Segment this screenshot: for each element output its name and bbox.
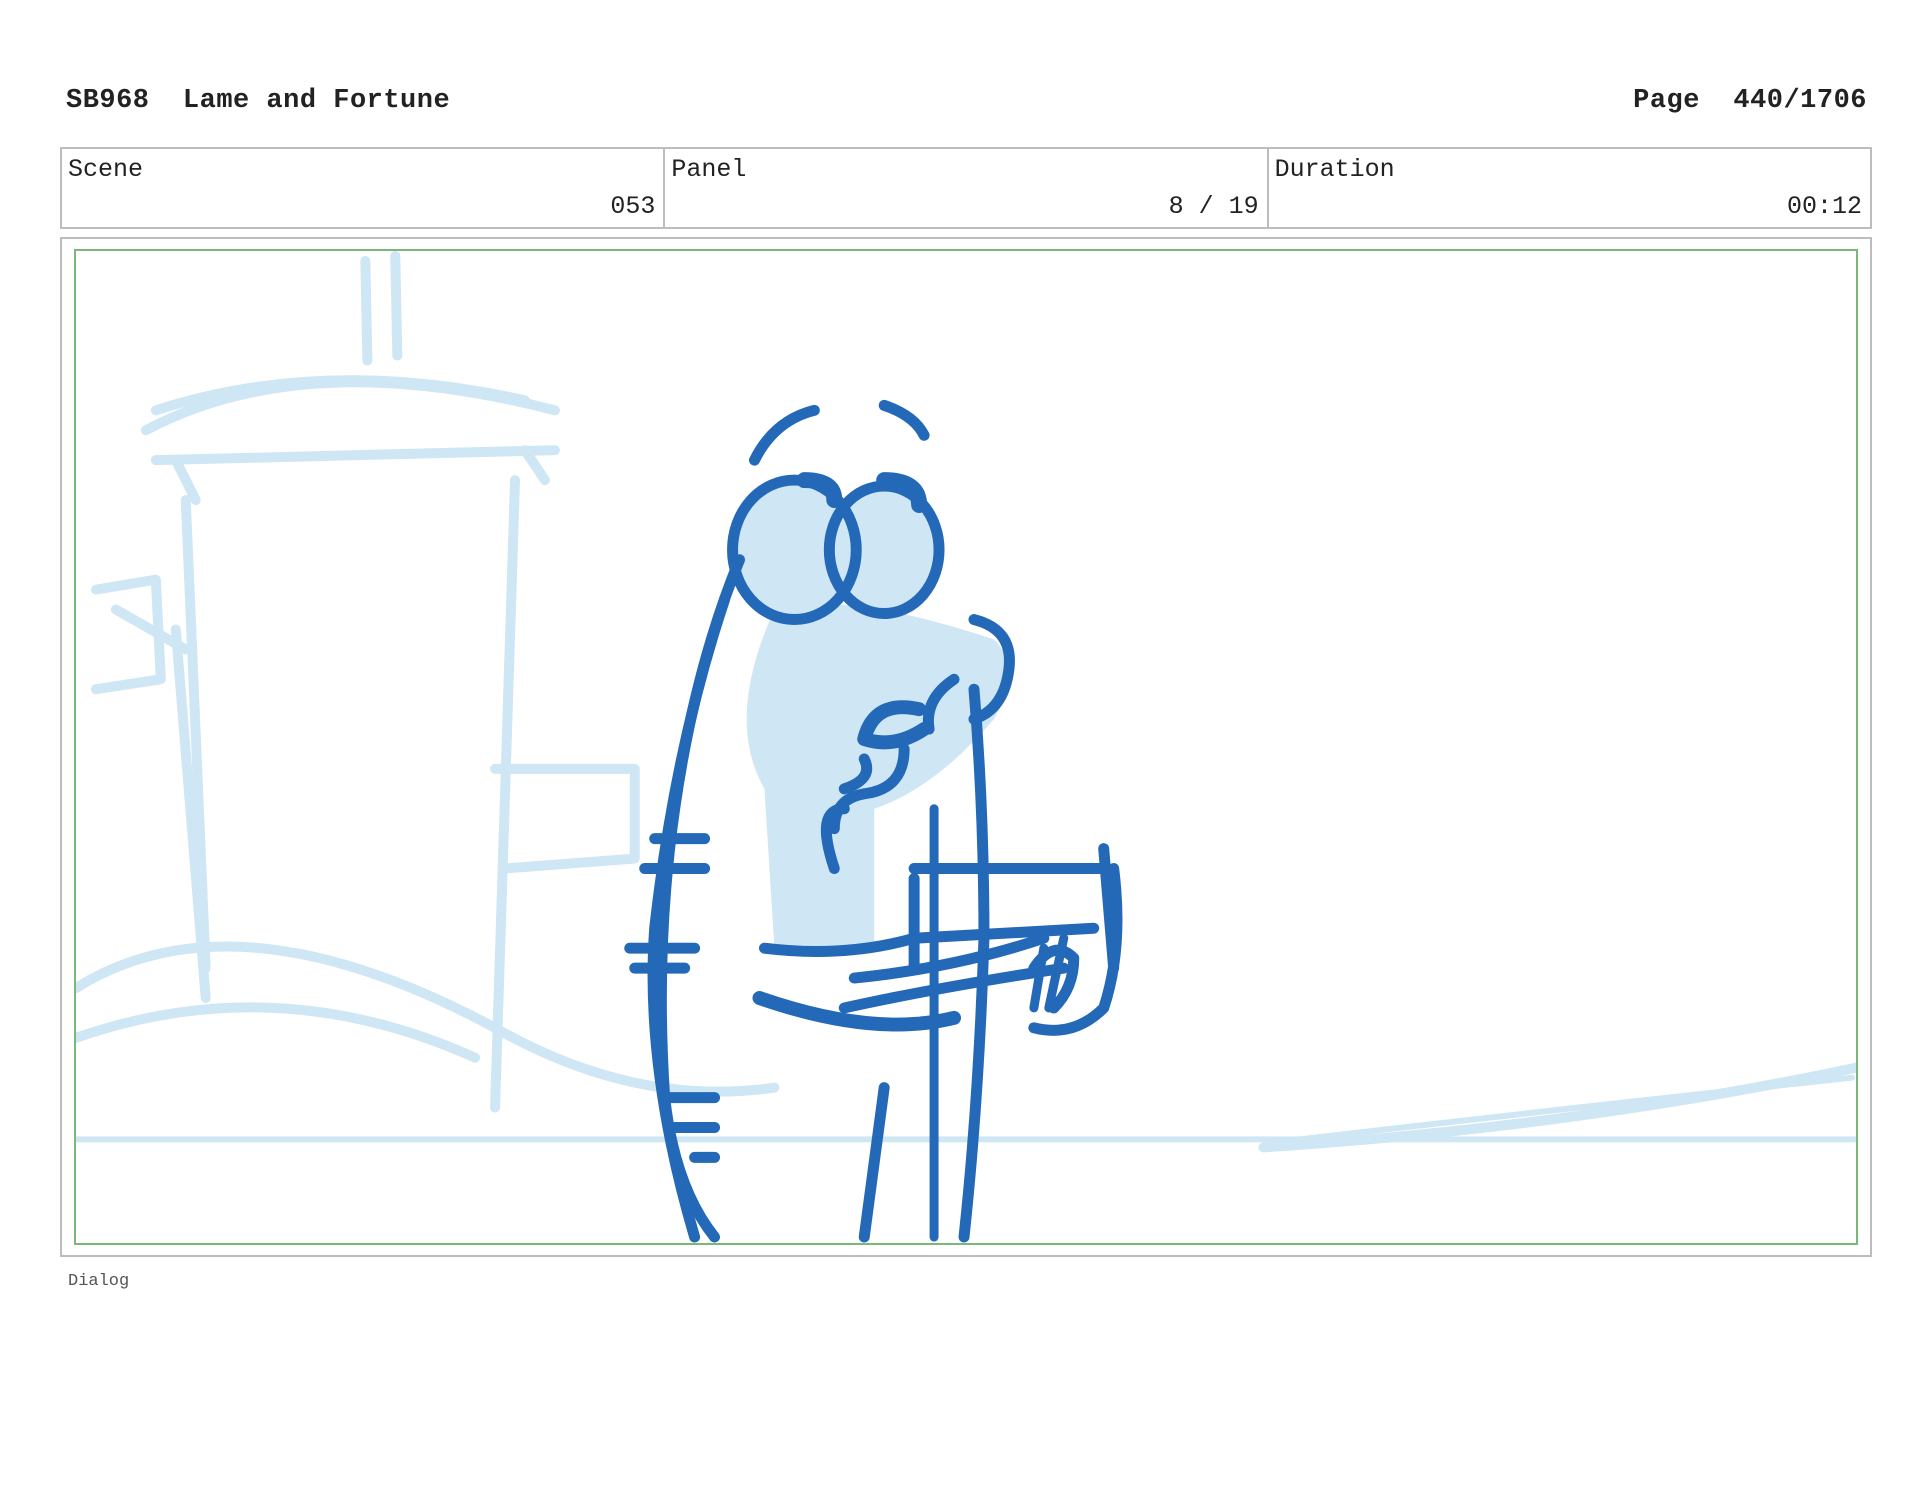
storyboard-panel xyxy=(60,237,1872,1257)
scene-cell: Scene 053 xyxy=(62,149,666,227)
storyboard-title: SB968 Lame and Fortune xyxy=(66,86,451,116)
panel-frame xyxy=(74,249,1858,1245)
page-counter: Page 440/1706 xyxy=(1633,86,1867,116)
duration-label: Duration xyxy=(1274,155,1395,184)
panel-value: 8 / 19 xyxy=(1168,192,1259,221)
panel-cell: Panel 8 / 19 xyxy=(665,149,1269,227)
panel-label: Panel xyxy=(671,155,747,184)
scene-value: 053 xyxy=(610,192,656,221)
dialog-label: Dialog xyxy=(68,1272,130,1291)
scene-label: Scene xyxy=(68,155,144,184)
duration-value: 00:12 xyxy=(1786,192,1862,221)
storyboard-sketch-illustration xyxy=(76,251,1856,1243)
duration-cell: Duration 00:12 xyxy=(1269,149,1870,227)
panel-info-bar: Scene 053 Panel 8 / 19 Duration 00:12 xyxy=(60,147,1872,229)
